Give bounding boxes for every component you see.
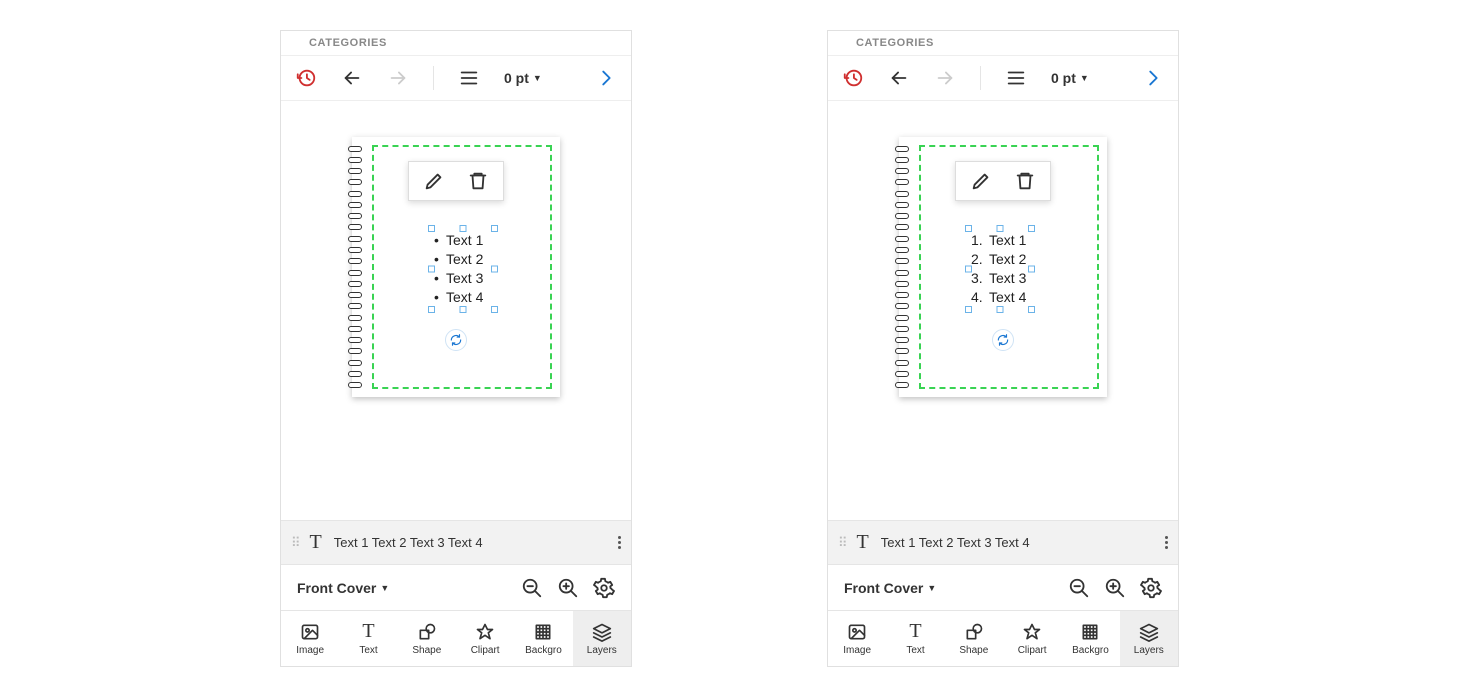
rotate-handle[interactable] [992,329,1014,351]
tab-shape[interactable]: Shape [398,611,456,666]
zoom-out-button[interactable] [521,577,543,599]
caret-down-icon: ▼ [927,583,936,593]
layer-text: Text 1 Text 2 Text 3 Text 4 [334,535,483,550]
selection-toolbar [408,161,504,201]
bottom-tabs: Image TText Shape Clipart Backgro Layers [828,610,1178,666]
tab-image[interactable]: Image [281,611,339,666]
categories-label: CATEGORIES [309,37,387,49]
undo-button[interactable] [341,67,363,89]
layer-more-button[interactable] [618,536,621,549]
editor-panel-bullet: CATEGORIES 0 pt▼ •Text 1 •Text 2 •Text 3… [280,30,632,667]
text-type-icon: T [310,531,322,554]
list-item: •Text 2 [434,250,492,269]
caret-down-icon: ▼ [533,73,542,83]
text-type-icon: T [857,531,869,554]
canvas[interactable]: 1.Text 1 2.Text 2 3.Text 3 4.Text 4 [828,101,1178,520]
settings-button[interactable] [593,577,615,599]
categories-header[interactable]: CATEGORIES [281,31,631,55]
list-item: 1.Text 1 [971,231,1029,250]
spiral-binding [352,143,368,391]
toolbar: 0 pt▼ [828,55,1178,101]
page-nav-row: Front Cover▼ [828,564,1178,610]
layer-row[interactable]: ⠿ T Text 1 Text 2 Text 3 Text 4 [281,520,631,564]
list-style-button[interactable] [458,67,480,89]
list-item: 4.Text 4 [971,288,1029,307]
text-element[interactable]: 1.Text 1 2.Text 2 3.Text 3 4.Text 4 [971,231,1029,307]
page-selector[interactable]: Front Cover▼ [297,580,389,596]
tab-clipart[interactable]: Clipart [1003,611,1061,666]
settings-button[interactable] [1140,577,1162,599]
editor-panel-numbered: CATEGORIES 0 pt▼ 1.Text 1 2.Text 2 3.Tex… [827,30,1179,667]
tab-clipart[interactable]: Clipart [456,611,514,666]
drag-handle-icon[interactable]: ⠿ [291,535,298,551]
tab-background[interactable]: Backgro [514,611,572,666]
list-item: •Text 1 [434,231,492,250]
list-style-button[interactable] [1005,67,1027,89]
zoom-out-button[interactable] [1068,577,1090,599]
caret-down-icon: ▼ [380,583,389,593]
layer-more-button[interactable] [1165,536,1168,549]
redo-button[interactable] [934,67,956,89]
list-item: 2.Text 2 [971,250,1029,269]
drag-handle-icon[interactable]: ⠿ [838,535,845,551]
tab-text[interactable]: TText [339,611,397,666]
history-button[interactable] [295,67,317,89]
list-item: •Text 3 [434,269,492,288]
notebook-page[interactable]: •Text 1 •Text 2 •Text 3 •Text 4 [352,137,560,397]
zoom-in-button[interactable] [1104,577,1126,599]
history-button[interactable] [842,67,864,89]
spiral-binding [899,143,915,391]
trash-icon[interactable] [1014,170,1036,192]
rotate-handle[interactable] [445,329,467,351]
tab-image[interactable]: Image [828,611,886,666]
toolbar-next-button[interactable] [1142,67,1164,89]
layer-row[interactable]: ⠿ T Text 1 Text 2 Text 3 Text 4 [828,520,1178,564]
text-element[interactable]: •Text 1 •Text 2 •Text 3 •Text 4 [434,231,492,307]
page-selector[interactable]: Front Cover▼ [844,580,936,596]
redo-button[interactable] [387,67,409,89]
toolbar: 0 pt▼ [281,55,631,101]
layer-text: Text 1 Text 2 Text 3 Text 4 [881,535,1030,550]
tab-background[interactable]: Backgro [1061,611,1119,666]
tab-layers[interactable]: Layers [573,611,631,666]
notebook-page[interactable]: 1.Text 1 2.Text 2 3.Text 3 4.Text 4 [899,137,1107,397]
separator [433,66,434,90]
size-dropdown[interactable]: 0 pt▼ [1051,70,1089,86]
edit-icon[interactable] [423,170,445,192]
edit-icon[interactable] [970,170,992,192]
toolbar-next-button[interactable] [595,67,617,89]
undo-button[interactable] [888,67,910,89]
separator [980,66,981,90]
tab-shape[interactable]: Shape [945,611,1003,666]
chevrons-right-icon [289,36,303,50]
list-item: 3.Text 3 [971,269,1029,288]
chevrons-right-icon [836,36,850,50]
tab-text[interactable]: TText [886,611,944,666]
page-nav-row: Front Cover▼ [281,564,631,610]
selection-toolbar [955,161,1051,201]
size-dropdown[interactable]: 0 pt▼ [504,70,542,86]
canvas[interactable]: •Text 1 •Text 2 •Text 3 •Text 4 [281,101,631,520]
zoom-in-button[interactable] [557,577,579,599]
categories-label: CATEGORIES [856,37,934,49]
tab-layers[interactable]: Layers [1120,611,1178,666]
list-item: •Text 4 [434,288,492,307]
trash-icon[interactable] [467,170,489,192]
caret-down-icon: ▼ [1080,73,1089,83]
bottom-tabs: Image TText Shape Clipart Backgro Layers [281,610,631,666]
categories-header[interactable]: CATEGORIES [828,31,1178,55]
